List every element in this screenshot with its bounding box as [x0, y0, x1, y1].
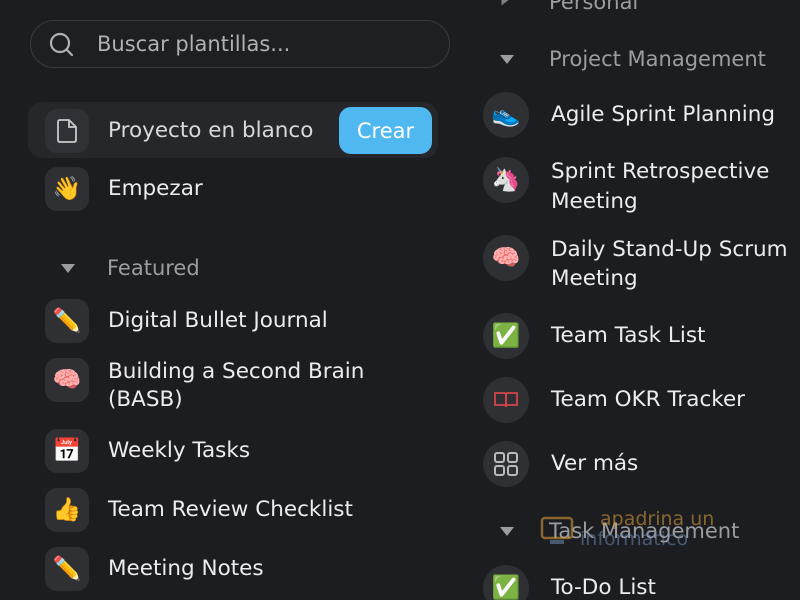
collapse-project-management-icon[interactable]: [500, 55, 514, 64]
check-mark-icon: ✅: [483, 565, 529, 600]
collapse-featured-icon[interactable]: [61, 264, 75, 273]
template-item-daily-standup-line2[interactable]: Meeting: [551, 265, 638, 293]
brain-icon: 🧠: [483, 235, 529, 281]
pencil-icon: ✏️: [45, 299, 89, 343]
pencil-icon: ✏️: [45, 547, 89, 591]
grid-icon: [483, 441, 529, 487]
check-mark-icon: ✅: [483, 313, 529, 359]
template-item-agile-sprint-planning[interactable]: Agile Sprint Planning: [551, 101, 775, 129]
see-more-link[interactable]: Ver más: [551, 450, 638, 478]
search-icon: [49, 32, 74, 57]
project-management-section-title[interactable]: Project Management: [549, 45, 766, 73]
unicorn-icon: 🦄: [483, 157, 529, 203]
sneaker-icon: 👟: [483, 92, 529, 138]
label-fade: [318, 107, 340, 154]
template-gallery: Proyecto en blanco Crear 👋 Empezar Featu…: [0, 0, 800, 600]
personal-section-title[interactable]: Personal: [549, 0, 638, 16]
brain-icon: 🧠: [45, 358, 89, 402]
template-item-sprint-retro-line2[interactable]: Meeting: [551, 188, 638, 216]
blank-page-icon: [45, 109, 89, 153]
template-item-weekly-tasks[interactable]: Weekly Tasks: [108, 437, 250, 465]
template-item-team-okr-tracker[interactable]: Team OKR Tracker: [551, 386, 745, 414]
template-item-team-review-checklist[interactable]: Team Review Checklist: [108, 496, 353, 524]
calendar-icon: 📅: [45, 429, 89, 473]
search-input[interactable]: [97, 21, 437, 67]
featured-section-title[interactable]: Featured: [107, 254, 200, 282]
template-item-sprint-retro-line1[interactable]: Sprint Retrospective: [551, 158, 769, 186]
start-item-label[interactable]: Empezar: [108, 175, 203, 203]
template-item-team-task-list[interactable]: Team Task List: [551, 322, 705, 350]
collapse-task-management-icon[interactable]: [500, 527, 514, 536]
open-book-icon: [483, 377, 529, 423]
waving-hand-icon: 👋: [45, 167, 89, 211]
task-management-section-title[interactable]: Task Management: [549, 517, 739, 545]
blank-project-label: Proyecto en blanco: [108, 118, 314, 143]
search-box[interactable]: [30, 20, 450, 68]
template-item-todo-list[interactable]: To-Do List: [551, 574, 656, 600]
template-item-daily-standup-line1[interactable]: Daily Stand-Up Scrum: [551, 236, 788, 264]
expand-personal-icon[interactable]: [501, 0, 511, 6]
template-item-basb-line1[interactable]: Building a Second Brain: [108, 358, 364, 386]
template-item-basb-line2[interactable]: (BASB): [108, 386, 183, 414]
template-item-meeting-notes[interactable]: Meeting Notes: [108, 555, 264, 583]
create-button[interactable]: Crear: [339, 107, 432, 154]
template-item-digital-bullet-journal[interactable]: Digital Bullet Journal: [108, 307, 328, 335]
thumbs-up-icon: 👍: [45, 488, 89, 532]
